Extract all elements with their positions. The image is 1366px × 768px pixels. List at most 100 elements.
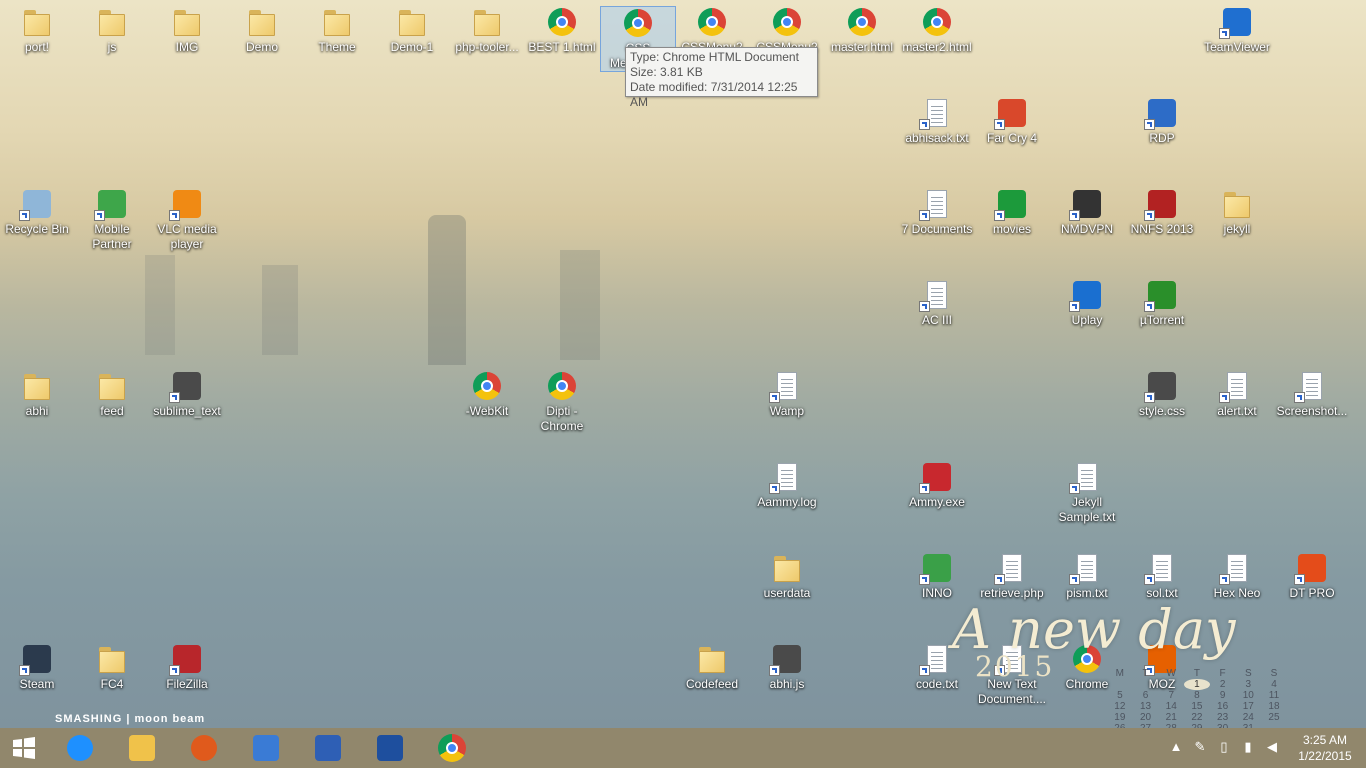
- desktop-icon[interactable]: feed: [75, 370, 149, 419]
- clock[interactable]: 3:25 AM 1/22/2015: [1290, 732, 1360, 764]
- clock-date: 1/22/2015: [1298, 749, 1352, 763]
- desktop-icon-label: Aammy.log: [757, 495, 817, 509]
- app-icon: [769, 643, 803, 676]
- desktop-icon[interactable]: pism.txt: [1050, 552, 1124, 601]
- desktop-icon-label: DT PRO: [1289, 586, 1335, 600]
- desktop-icon[interactable]: sol.txt: [1125, 552, 1199, 601]
- desktop-icon[interactable]: BEST 1.html: [525, 6, 599, 55]
- desktop-icon[interactable]: Dipti - Chrome: [525, 370, 599, 434]
- desktop-icon[interactable]: alert.txt: [1200, 370, 1274, 419]
- folder-icon: [246, 6, 278, 38]
- desktop-icon[interactable]: Demo: [225, 6, 299, 55]
- document-icon: [1069, 461, 1103, 494]
- network-icon[interactable]: ▮: [1240, 739, 1256, 757]
- desktop-icon-label: port!: [24, 40, 49, 54]
- taskbar-start-button[interactable]: [0, 730, 48, 766]
- desktop-icon[interactable]: VLC media player: [150, 188, 224, 252]
- desktop-icon[interactable]: js: [75, 6, 149, 55]
- desktop-icon[interactable]: Far Cry 4: [975, 97, 1049, 146]
- shortcut-arrow-icon: [1144, 301, 1155, 312]
- desktop-icon[interactable]: Hex Neo: [1200, 552, 1274, 601]
- desktop-icon-label: jekyll: [1223, 222, 1251, 236]
- desktop-icon[interactable]: master.html: [825, 6, 899, 55]
- desktop-icon[interactable]: retrieve.php: [975, 552, 1049, 601]
- desktop-icon[interactable]: FC4: [75, 643, 149, 692]
- taskbar-downloader-button[interactable]: [180, 730, 228, 766]
- power-icon[interactable]: ▯: [1216, 739, 1232, 757]
- shortcut-arrow-icon: [94, 210, 105, 221]
- taskbar-internet-explorer-button[interactable]: [56, 730, 104, 766]
- desktop-icon-label: Recycle Bin: [5, 222, 69, 236]
- pen-icon[interactable]: ✎: [1192, 739, 1208, 757]
- desktop-icon[interactable]: abhi.js: [750, 643, 824, 692]
- taskbar-file-explorer-button[interactable]: [118, 730, 166, 766]
- desktop-icon[interactable]: Wamp: [750, 370, 824, 419]
- shortcut-arrow-icon: [1069, 301, 1080, 312]
- desktop-icon-label: NNFS 2013: [1130, 222, 1194, 236]
- desktop-icon[interactable]: Aammy.log: [750, 461, 824, 510]
- volume-icon[interactable]: ◀: [1264, 739, 1280, 757]
- desktop-icon[interactable]: Mobile Partner: [75, 188, 149, 252]
- shortcut-arrow-icon: [1294, 392, 1305, 403]
- desktop-icon[interactable]: abhisack.txt: [900, 97, 974, 146]
- desktop-icon[interactable]: sublime_text: [150, 370, 224, 419]
- desktop-icon[interactable]: Codefeed: [675, 643, 749, 692]
- desktop-icon[interactable]: RDP: [1125, 97, 1199, 146]
- desktop-icon-label: IMG: [175, 40, 199, 54]
- desktop-icon-label: FC4: [100, 677, 124, 691]
- document-icon: [919, 188, 953, 221]
- desktop-icon[interactable]: NNFS 2013: [1125, 188, 1199, 237]
- document-icon: [1219, 552, 1253, 585]
- folder-icon: [21, 6, 53, 38]
- shortcut-arrow-icon: [1144, 210, 1155, 221]
- app-icon: [919, 552, 953, 585]
- tray-overflow-icon[interactable]: ▲: [1168, 739, 1184, 757]
- desktop-icon[interactable]: NMDVPN: [1050, 188, 1124, 237]
- desktop-icon[interactable]: userdata: [750, 552, 824, 601]
- wallpaper-calendar: M T W T F S S 1 2 3 4 5 6 7 8 9 10 11 12 13 14 15 16 17 18 19 20 21…: [1107, 668, 1287, 728]
- shortcut-arrow-icon: [1294, 574, 1305, 585]
- network-tool-icon: [253, 735, 279, 761]
- desktop-icon[interactable]: µTorrent: [1125, 279, 1199, 328]
- calendar-day: 19: [1114, 712, 1126, 723]
- desktop-icon[interactable]: DT PRO: [1275, 552, 1349, 601]
- document-icon: [1069, 552, 1103, 585]
- desktop-icon[interactable]: Uplay: [1050, 279, 1124, 328]
- desktop-icon[interactable]: Steam: [0, 643, 74, 692]
- skyline-building: [560, 250, 600, 360]
- desktop-icon[interactable]: Recycle Bin: [0, 188, 74, 237]
- app-icon: [994, 188, 1028, 221]
- desktop-icon[interactable]: INNO: [900, 552, 974, 601]
- desktop-icon[interactable]: Screenshot...: [1275, 370, 1349, 419]
- desktop-icon[interactable]: FileZilla: [150, 643, 224, 692]
- desktop: port! js IMG Demo Theme Demo-1 php-tooler... BE…: [0, 0, 1366, 728]
- desktop-icon[interactable]: Jekyll Sample.txt: [1050, 461, 1124, 525]
- desktop-icon-label: abhi: [25, 404, 49, 418]
- desktop-icon[interactable]: Ammy.exe: [900, 461, 974, 510]
- desktop-icon[interactable]: style.css: [1125, 370, 1199, 419]
- tooltip-size: Size: 3.81 KB: [630, 65, 703, 79]
- desktop-icon[interactable]: 7 Documents: [900, 188, 974, 237]
- desktop-icon[interactable]: php-tooler...: [450, 6, 524, 55]
- skyline-building: [262, 265, 298, 355]
- desktop-icon[interactable]: port!: [0, 6, 74, 55]
- wallpaper-logo: SMASHING | moon beam: [55, 713, 206, 725]
- desktop-icon[interactable]: IMG: [150, 6, 224, 55]
- app-icon: [169, 643, 203, 676]
- desktop-icon[interactable]: Demo-1: [375, 6, 449, 55]
- desktop-icon[interactable]: Theme: [300, 6, 374, 55]
- taskbar-powershell-button[interactable]: [366, 730, 414, 766]
- desktop-icon[interactable]: movies: [975, 188, 1049, 237]
- desktop-icon[interactable]: AC III: [900, 279, 974, 328]
- taskbar-remote-desktop-button[interactable]: [304, 730, 352, 766]
- taskbar-chrome-button[interactable]: [428, 730, 476, 766]
- desktop-icon-label: alert.txt: [1217, 404, 1257, 418]
- shortcut-arrow-icon: [19, 665, 30, 676]
- desktop-icon[interactable]: master2.html: [900, 6, 974, 55]
- desktop-icon[interactable]: abhi: [0, 370, 74, 419]
- desktop-icon[interactable]: TeamViewer: [1200, 6, 1274, 55]
- taskbar-network-tool-button[interactable]: [242, 730, 290, 766]
- app-icon: [1294, 552, 1328, 585]
- desktop-icon[interactable]: jekyll: [1200, 188, 1274, 237]
- desktop-icon[interactable]: -WebKit: [450, 370, 524, 419]
